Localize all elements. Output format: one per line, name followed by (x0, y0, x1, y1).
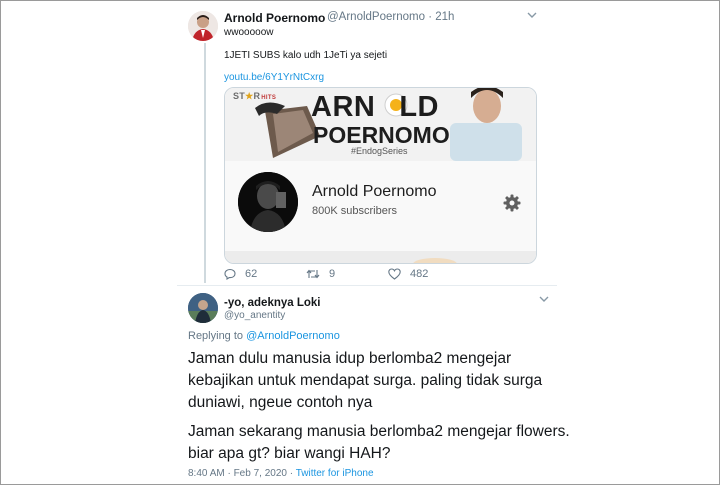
like-count: 482 (410, 268, 429, 280)
tweet-source[interactable]: Twitter for iPhone (296, 468, 374, 479)
banner-title-line1: ARN LD (311, 91, 440, 123)
tweet-timestamp[interactable]: 8:40 AM · Feb 7, 2020 (188, 468, 287, 479)
channel-name: Arnold Poernomo (312, 183, 437, 200)
banner-title-line2: POERNOMO (313, 122, 450, 148)
author-handle[interactable]: @ArnoldPoernomo · 21h (327, 11, 454, 23)
thread-line (204, 43, 206, 283)
reply-count: 62 (245, 268, 258, 280)
banner-hashtag: #EndogSeries (351, 146, 408, 156)
caret-down-icon[interactable] (527, 11, 537, 22)
tweet-text-line1: wwooooow (224, 27, 274, 38)
author-handle[interactable]: @yo_anentity (224, 310, 285, 321)
gear-icon (503, 194, 521, 212)
starhits-logo: ST★RHITS (233, 91, 277, 101)
subscriber-count: 800K subscribers (312, 205, 397, 217)
youtube-link[interactable]: youtu.be/6Y1YrNtCxrg (224, 72, 324, 83)
reply-text-para2: Jaman sekarang manusia berlomba2 mengeja… (188, 423, 570, 462)
author-name[interactable]: -yo, adeknya Loki (224, 297, 321, 309)
tweet-text-line2: 1JETI SUBS kalo udh 1JeTi ya sejeti (224, 50, 388, 61)
like-icon (388, 268, 401, 280)
arnold-avatar[interactable] (188, 11, 218, 41)
replying-to-handle[interactable]: @ArnoldPoernomo (246, 330, 340, 342)
author-name[interactable]: Arnold Poernomo (224, 11, 325, 25)
card-bottom-strip (225, 251, 536, 263)
channel-avatar (238, 172, 298, 232)
reply-action[interactable]: 62 (224, 268, 257, 280)
replying-to: Replying to @ArnoldPoernomo (188, 330, 340, 342)
tweet-time: 21h (435, 11, 455, 23)
caret-down-icon[interactable] (539, 295, 549, 306)
channel-banner: ST★RHITS ARN LD POERNOMO #EndogSeries (225, 88, 536, 161)
tweet-thread-frame: Arnold Poernomo @ArnoldPoernomo · 21h ww… (0, 0, 720, 485)
like-action[interactable]: 482 (388, 268, 428, 280)
channel-info: Arnold Poernomo 800K subscribers (225, 161, 536, 251)
retweet-count: 9 (329, 268, 336, 280)
tweet-meta: 8:40 AM · Feb 7, 2020 · Twitter for iPho… (188, 468, 374, 479)
tweet-divider (177, 285, 557, 286)
reply-icon (224, 268, 236, 280)
link-preview-card[interactable]: ST★RHITS ARN LD POERNOMO #EndogSeries Arn… (224, 87, 537, 264)
retweet-action[interactable]: 9 (306, 268, 335, 280)
retweet-icon (306, 269, 320, 279)
loki-avatar[interactable] (188, 293, 218, 323)
reply-text-para1: Jaman dulu manusia idup berlomba2 mengej… (188, 350, 543, 411)
